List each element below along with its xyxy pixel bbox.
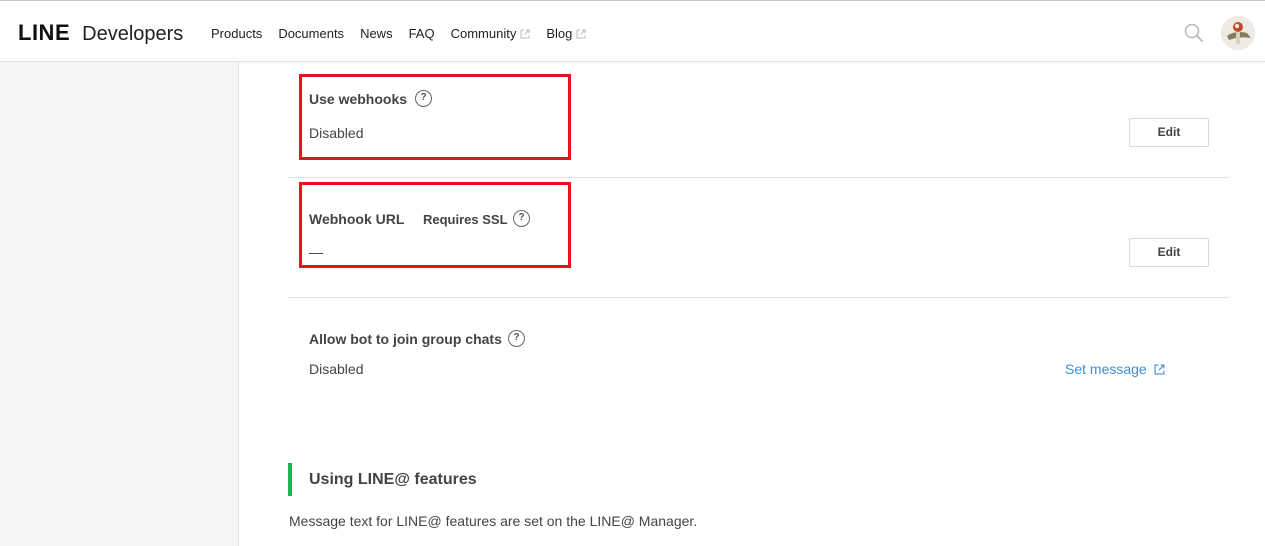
external-link-icon xyxy=(1154,364,1165,374)
edit-webhook-url-button[interactable]: Edit xyxy=(1129,238,1209,267)
section-description: Message text for LINE@ features are set … xyxy=(289,513,698,529)
help-icon[interactable]: ? xyxy=(415,90,432,107)
search-icon[interactable] xyxy=(1184,23,1204,43)
nav-community[interactable]: Community xyxy=(451,26,531,41)
logo-developers-text: Developers xyxy=(82,23,184,45)
section-title: Using LINE@ features xyxy=(309,471,477,488)
webhook-url-value: — xyxy=(309,244,323,260)
nav-documents[interactable]: Documents xyxy=(278,26,344,41)
nav-news[interactable]: News xyxy=(360,26,393,41)
use-webhooks-label: Use webhooks xyxy=(309,91,408,107)
external-link-icon xyxy=(576,29,586,38)
nav-faq[interactable]: FAQ xyxy=(409,26,435,41)
main-nav: Products Documents News FAQ Community Bl… xyxy=(211,26,602,41)
help-icon[interactable]: ? xyxy=(508,330,525,347)
user-avatar[interactable] xyxy=(1221,16,1255,50)
line-developers-logo[interactable]: LINE Developers xyxy=(18,20,183,46)
group-chats-value: Disabled xyxy=(309,361,364,377)
nav-blog[interactable]: Blog xyxy=(546,26,586,41)
logo-line-text: LINE xyxy=(18,20,71,45)
group-chats-label: Allow bot to join group chats xyxy=(309,331,502,347)
use-webhooks-value: Disabled xyxy=(309,125,364,141)
highlight-box-webhooks xyxy=(299,74,571,160)
webhook-url-label: Webhook URL xyxy=(309,211,405,227)
requires-ssl-label: Requires SSL xyxy=(423,212,508,227)
external-link-icon xyxy=(520,29,530,38)
sidebar xyxy=(0,62,239,546)
top-header: LINE Developers Products Documents News … xyxy=(0,0,1265,62)
section-accent-bar xyxy=(288,463,292,496)
divider xyxy=(288,177,1229,178)
main-content: Use webhooks ? Disabled Edit Webhook URL… xyxy=(239,62,1265,546)
help-icon[interactable]: ? xyxy=(513,210,530,227)
nav-products[interactable]: Products xyxy=(211,26,262,41)
edit-webhooks-button[interactable]: Edit xyxy=(1129,118,1209,147)
divider xyxy=(288,297,1229,298)
set-message-link[interactable]: Set message xyxy=(1065,361,1165,377)
avatar-image xyxy=(1221,16,1255,50)
